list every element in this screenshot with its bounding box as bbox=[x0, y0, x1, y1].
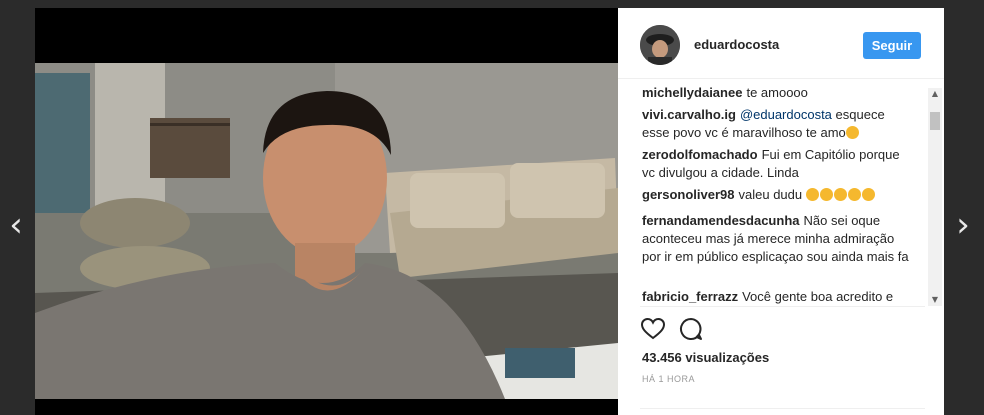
emoji-icon bbox=[845, 126, 859, 139]
comment-item: fernandamendesdacunha Não sei oque aconte… bbox=[642, 212, 912, 266]
comment-mention[interactable]: @eduardocosta bbox=[740, 107, 832, 122]
comment-username[interactable]: zerodolfomachado bbox=[642, 147, 758, 162]
comment-item: zerodolfomachado Fui em Capitólio porque … bbox=[642, 146, 912, 182]
comment-username[interactable]: vivi.carvalho.ig bbox=[642, 107, 736, 122]
view-count: 43.456 visualizações bbox=[642, 350, 770, 365]
comment-item: fabricio_ferrazz Você gente boa acredito … bbox=[642, 288, 912, 306]
comment-username[interactable]: gersonoliver98 bbox=[642, 187, 735, 202]
comment-item: gersonoliver98 valeu dudu bbox=[642, 186, 912, 204]
comment-icon[interactable] bbox=[678, 316, 704, 342]
scroll-up-icon[interactable]: ▲ bbox=[928, 88, 942, 100]
comment-text: te amoooo bbox=[746, 85, 808, 100]
clap-emoji-icon bbox=[819, 188, 833, 201]
comment-text: valeu dudu bbox=[738, 187, 803, 202]
scroll-down-icon[interactable]: ▼ bbox=[928, 294, 942, 306]
post-sidebar: eduardocosta Seguir michellydaianee te am… bbox=[618, 8, 944, 415]
clap-emoji-icon bbox=[861, 188, 875, 201]
comment-item: michellydaianee te amoooo bbox=[642, 84, 912, 102]
comment-username[interactable]: fernandamendesdacunha bbox=[642, 213, 800, 228]
scrollbar-thumb[interactable] bbox=[930, 112, 940, 130]
clap-emoji-icon bbox=[805, 188, 819, 201]
video-player[interactable] bbox=[35, 8, 618, 415]
comment-username[interactable]: michellydaianee bbox=[642, 85, 742, 100]
video-frame-image bbox=[35, 63, 618, 399]
chevron-left-icon[interactable]: ‹ bbox=[4, 208, 28, 244]
follow-button[interactable]: Seguir bbox=[863, 32, 921, 59]
avatar[interactable] bbox=[640, 25, 680, 65]
comments-scrollbar[interactable]: ▲ ▼ bbox=[928, 88, 942, 306]
divider bbox=[640, 408, 925, 409]
post-header: eduardocosta Seguir bbox=[618, 8, 944, 79]
heart-icon[interactable] bbox=[640, 316, 666, 342]
clap-emoji-icon bbox=[847, 188, 861, 201]
comment-list[interactable]: michellydaianee te amoooo vivi.carvalho.i… bbox=[618, 80, 944, 312]
chevron-right-icon[interactable]: › bbox=[951, 208, 975, 244]
clap-emoji-icon bbox=[833, 188, 847, 201]
comment-username[interactable]: fabricio_ferrazz bbox=[642, 289, 738, 304]
comment-item: vivi.carvalho.ig @eduardocosta esquece es… bbox=[642, 106, 912, 142]
post-timestamp[interactable]: HÁ 1 HORA bbox=[642, 374, 695, 384]
username[interactable]: eduardocosta bbox=[694, 37, 779, 52]
comment-text: Você gente boa acredito e bbox=[742, 289, 894, 304]
divider bbox=[640, 306, 925, 307]
